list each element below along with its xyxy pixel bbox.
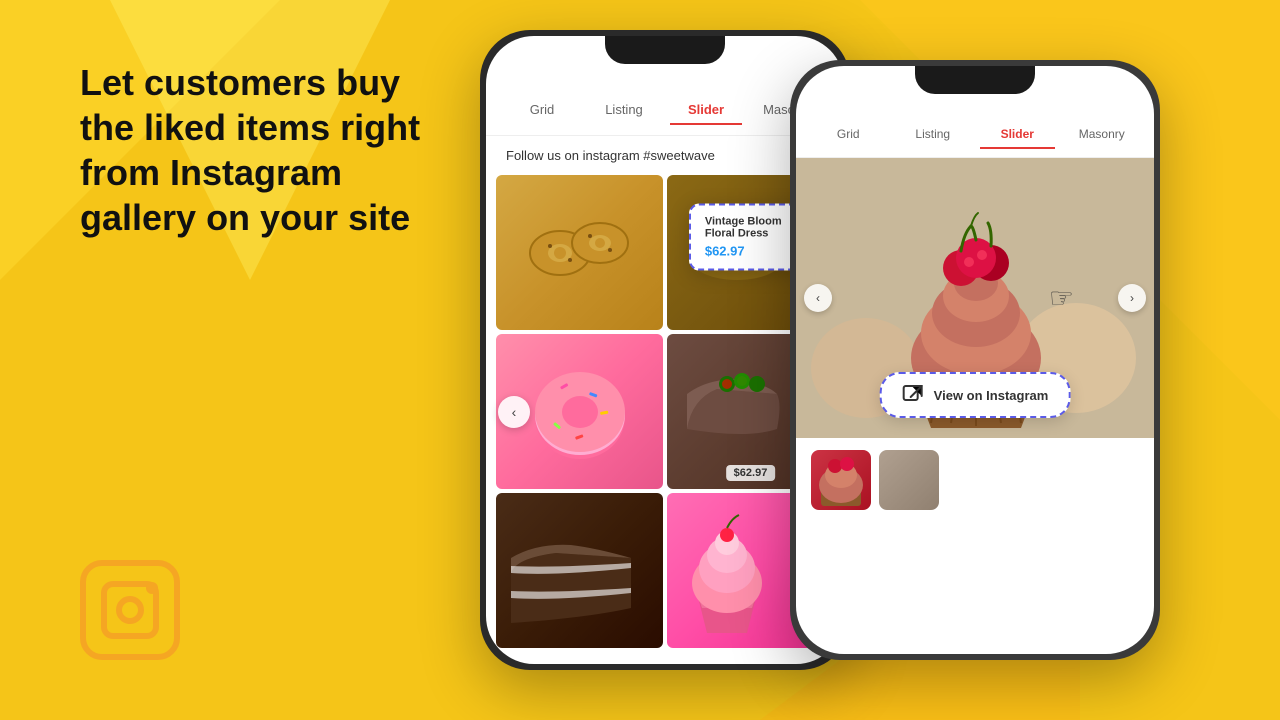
cursor-overlay: ☞ bbox=[1049, 282, 1074, 315]
cupcake-area: ☞ › ‹ View on Instagram bbox=[796, 158, 1154, 438]
phone-back: Grid Listing Slider Masonry bbox=[790, 60, 1160, 660]
grid-item-donuts bbox=[496, 175, 663, 330]
instagram-icon-wrapper bbox=[80, 560, 180, 660]
back-next-arrow[interactable]: › bbox=[1118, 284, 1146, 312]
brownie-svg bbox=[667, 339, 807, 479]
back-tab-slider[interactable]: Slider bbox=[980, 121, 1055, 149]
grid-item-choc-cake bbox=[496, 493, 663, 648]
thumbnail-row bbox=[796, 438, 1154, 510]
back-prev-arrow[interactable]: ‹ bbox=[804, 284, 832, 312]
choc-cake-svg bbox=[496, 493, 646, 648]
thumb-cupcake-svg bbox=[811, 450, 871, 510]
phone-back-screen: Grid Listing Slider Masonry bbox=[796, 66, 1154, 654]
donuts-svg bbox=[520, 198, 640, 308]
price-badge-2: $62.97 bbox=[726, 465, 776, 481]
phone-front-notch bbox=[605, 36, 725, 64]
view-on-instagram-button[interactable]: View on Instagram bbox=[880, 372, 1071, 418]
back-tab-listing[interactable]: Listing bbox=[896, 121, 971, 149]
tab-slider[interactable]: Slider bbox=[670, 96, 742, 125]
instagram-icon bbox=[80, 560, 180, 660]
tab-listing[interactable]: Listing bbox=[588, 96, 660, 125]
thumb-2 bbox=[879, 450, 939, 510]
external-link-icon bbox=[902, 384, 924, 406]
phones-section: Grid Listing Slider Masonry Follow us on… bbox=[480, 0, 1280, 720]
prev-arrow[interactable]: ‹ bbox=[498, 396, 530, 428]
back-tab-grid[interactable]: Grid bbox=[811, 121, 886, 149]
tab-grid[interactable]: Grid bbox=[506, 96, 578, 125]
pink-donut-svg bbox=[515, 347, 645, 477]
hero-title: Let customers buy the liked items right … bbox=[80, 60, 430, 240]
left-section: Let customers buy the liked items right … bbox=[0, 0, 480, 720]
thumb-1 bbox=[811, 450, 871, 510]
cupcake-pink-svg bbox=[667, 493, 787, 648]
instagram-inner-circle bbox=[116, 596, 144, 624]
view-on-instagram-text: View on Instagram bbox=[934, 388, 1049, 403]
phone-back-notch bbox=[915, 66, 1035, 94]
back-tab-masonry[interactable]: Masonry bbox=[1065, 121, 1140, 149]
